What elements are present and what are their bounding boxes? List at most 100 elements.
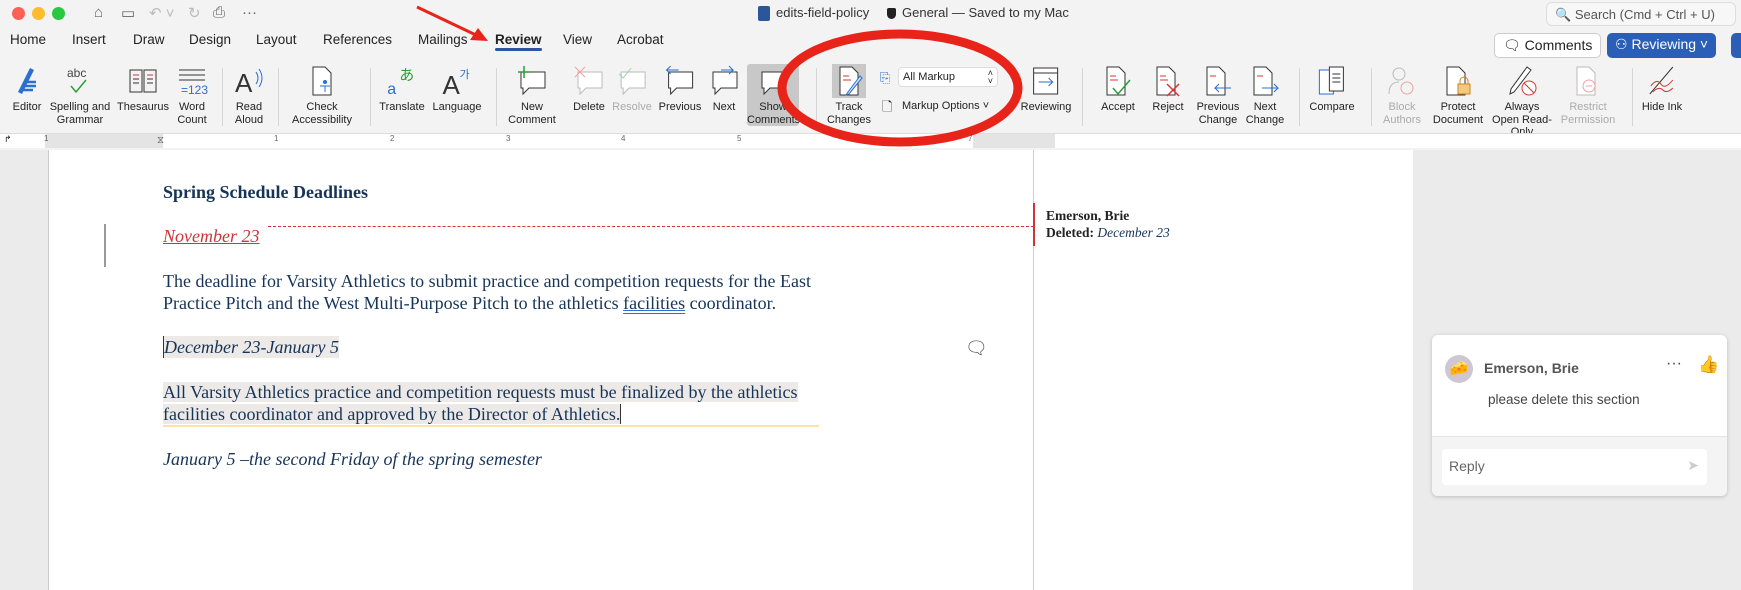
- tab-acrobat[interactable]: Acrobat: [617, 32, 664, 47]
- read-only-pencil-icon: [1509, 66, 1537, 96]
- always-open-read-only-button[interactable]: Always Open Read-Only: [1490, 64, 1554, 139]
- tab-view[interactable]: View: [563, 32, 592, 47]
- section-heading: Spring Schedule Deadlines: [163, 182, 369, 202]
- search-input[interactable]: 🔍 Search (Cmd + Ctrl + U): [1546, 2, 1736, 26]
- print-icon[interactable]: ⎙: [213, 4, 225, 21]
- deletion-balloon[interactable]: Emerson, Brie Deleted: December 23: [1046, 207, 1170, 241]
- more-options-icon[interactable]: ···: [1666, 355, 1682, 373]
- date-line: January 5 –the second Friday of the spri…: [163, 449, 542, 469]
- tab-review[interactable]: Review: [495, 32, 542, 51]
- zoom-window-button[interactable]: [52, 7, 65, 20]
- thumbs-up-icon[interactable]: 👍: [1698, 355, 1719, 375]
- block-authors-button[interactable]: Block Authors: [1380, 64, 1424, 126]
- accessibility-icon: [312, 66, 332, 96]
- tab-design[interactable]: Design: [189, 32, 231, 47]
- commented-text: facilities coordinator and approved by t…: [163, 404, 621, 424]
- commented-date-range[interactable]: December 23-January 5: [163, 336, 339, 358]
- tab-references[interactable]: References: [323, 32, 392, 47]
- next-comment-button[interactable]: Next: [707, 64, 741, 114]
- home-icon[interactable]: ⌂: [94, 4, 103, 21]
- ruler-number: 4: [621, 134, 626, 143]
- protect-document-button[interactable]: Protect Document: [1431, 64, 1485, 126]
- save-icon[interactable]: ▭: [121, 4, 135, 22]
- reject-button[interactable]: Reject: [1151, 64, 1185, 114]
- divider: [278, 68, 279, 126]
- word-count-button[interactable]: =123 Word Count: [174, 64, 210, 126]
- restrict-permission-button[interactable]: Restrict Permission: [1558, 64, 1618, 126]
- reject-icon: [1156, 66, 1180, 97]
- close-window-button[interactable]: [12, 7, 25, 20]
- tab-insert[interactable]: Insert: [72, 32, 106, 47]
- comment-marker-icon[interactable]: 🗨: [965, 338, 988, 359]
- minimize-window-button[interactable]: [32, 7, 45, 20]
- undo-icon[interactable]: ↶ ˅: [149, 4, 175, 22]
- next-change-button[interactable]: Next Change: [1243, 64, 1287, 126]
- hide-ink-button[interactable]: Hide Ink: [1642, 64, 1682, 114]
- svg-text:A: A: [443, 70, 461, 98]
- new-comment-icon: [518, 66, 546, 96]
- save-status[interactable]: General — Saved to my Mac: [902, 5, 1069, 20]
- reviewing-mode-button[interactable]: ⚇ Reviewing ˅: [1607, 33, 1717, 58]
- send-icon[interactable]: ➤: [1687, 457, 1699, 474]
- previous-change-icon: [1206, 66, 1231, 96]
- reviewing-pane-button[interactable]: Reviewing: [1021, 64, 1071, 114]
- text-run: coordinator.: [685, 293, 777, 313]
- resolve-label: Resolve: [612, 101, 652, 113]
- compare-icon: [1318, 66, 1344, 95]
- previous-label: Previous: [658, 101, 702, 113]
- spelling-grammar-button[interactable]: abc Spelling and Grammar: [43, 64, 117, 126]
- redo-icon[interactable]: ↻: [188, 4, 201, 22]
- reply-input[interactable]: Reply ➤: [1442, 449, 1707, 485]
- markup-view-select[interactable]: All Markup ˄ ˅: [898, 67, 998, 87]
- thesaurus-button[interactable]: Thesaurus: [117, 64, 169, 114]
- ruler-number: 7: [968, 134, 973, 143]
- comments-button[interactable]: 🗨 Comments: [1494, 33, 1602, 58]
- tab-home[interactable]: Home: [10, 32, 46, 47]
- next-label: Next: [712, 101, 736, 113]
- reply-area: Reply ➤: [1432, 436, 1727, 496]
- markup-options-button[interactable]: Markup Options ˅: [902, 100, 989, 112]
- read-aloud-button[interactable]: A Read Aloud: [231, 64, 267, 126]
- previous-comment-button[interactable]: Previous: [658, 64, 702, 114]
- divider: [1632, 68, 1633, 126]
- translate-button[interactable]: a あ Translate: [379, 64, 424, 114]
- tab-layout[interactable]: Layout: [256, 32, 297, 47]
- ruler-number: 3: [506, 134, 511, 143]
- ruler-number: 1: [274, 134, 279, 143]
- inserted-text[interactable]: November 23: [163, 225, 259, 247]
- share-button[interactable]: [1731, 33, 1741, 58]
- previous-change-button[interactable]: Previous Change: [1195, 64, 1241, 126]
- compare-button[interactable]: Compare: [1309, 64, 1355, 114]
- tab-mailings[interactable]: Mailings: [418, 32, 468, 47]
- grammar-flagged-word[interactable]: facilities: [623, 293, 685, 313]
- check-accessibility-button[interactable]: Check Accessibility: [286, 64, 358, 126]
- indent-marker-icon[interactable]: ⧖: [157, 135, 164, 146]
- track-changes-button[interactable]: Track Changes: [826, 64, 872, 126]
- thesaurus-label: Thesaurus: [117, 101, 169, 113]
- ruler-number: 1: [44, 134, 49, 143]
- hide-ink-icon: [1649, 66, 1674, 95]
- document-page[interactable]: [48, 150, 1413, 590]
- paragraph-line: Practice Pitch and the West Multi-Purpos…: [163, 292, 776, 314]
- next-change-icon: [1253, 66, 1280, 96]
- text-cursor: [620, 404, 622, 424]
- new-comment-button[interactable]: New Comment: [507, 64, 557, 126]
- paragraph-line: facilities coordinator and approved by t…: [163, 403, 820, 427]
- tab-draw[interactable]: Draw: [133, 32, 165, 47]
- resolve-button[interactable]: Resolve: [612, 64, 652, 114]
- deleted-text: December 23: [1097, 225, 1170, 240]
- resolve-icon: [618, 67, 646, 96]
- language-button[interactable]: A 가 Language: [433, 64, 482, 114]
- more-icon[interactable]: ···: [242, 4, 257, 21]
- book-icon: [129, 69, 157, 93]
- comment-card[interactable]: 🧀 Emerson, Brie ··· 👍 please delete this…: [1432, 335, 1727, 496]
- show-comments-button[interactable]: Show Comments: [747, 64, 800, 126]
- read-aloud-icon: A: [235, 68, 263, 98]
- balloon-label: Deleted:: [1046, 225, 1094, 240]
- accept-button[interactable]: Accept: [1101, 64, 1135, 114]
- editor-button[interactable]: Editor: [10, 64, 44, 114]
- horizontal-ruler[interactable]: ↱ 1 ⧖ 1 2 3 4 5 6 7: [0, 133, 1741, 148]
- tab-stop-icon[interactable]: ↱: [4, 134, 12, 145]
- reviewing-pane-icon: [1033, 67, 1059, 95]
- delete-comment-button[interactable]: Delete: [572, 64, 606, 114]
